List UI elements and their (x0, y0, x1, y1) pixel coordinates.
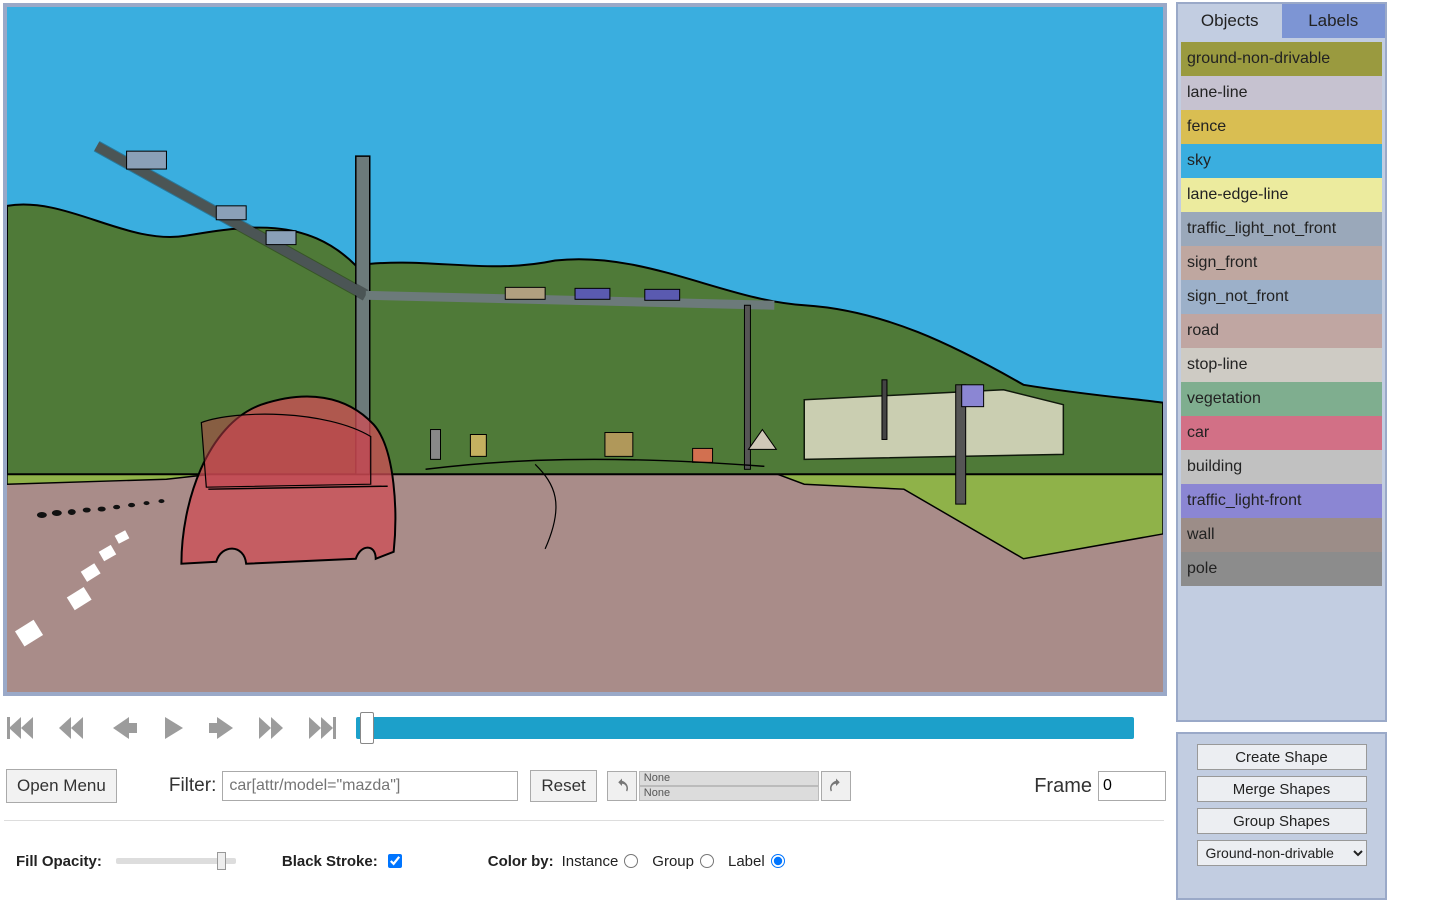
colorby-group-radio[interactable] (700, 854, 714, 868)
filter-label: Filter: (169, 775, 217, 797)
frame-label: Frame (1034, 775, 1092, 798)
label-item-wall[interactable]: wall (1181, 518, 1382, 552)
timeline (0, 705, 1170, 750)
next-frame-button[interactable] (204, 711, 244, 745)
undo-stack-bottom: None (639, 786, 819, 801)
colorby-group-label: Group (652, 853, 694, 870)
fill-opacity-label: Fill Opacity: (16, 853, 102, 870)
undo-stack-top: None (639, 771, 819, 786)
label-item-road[interactable]: road (1181, 314, 1382, 348)
merge-shapes-button[interactable]: Merge Shapes (1197, 776, 1367, 802)
open-menu-button[interactable]: Open Menu (6, 769, 117, 803)
label-item-pole[interactable]: pole (1181, 552, 1382, 586)
label-item-stop-line[interactable]: stop-line (1181, 348, 1382, 382)
group-shapes-button[interactable]: Group Shapes (1197, 808, 1367, 834)
next-keyframe-button[interactable] (254, 711, 294, 745)
black-stroke-label: Black Stroke: (282, 853, 378, 870)
label-item-sign_front[interactable]: sign_front (1181, 246, 1382, 280)
filter-input[interactable] (222, 771, 518, 801)
tab-labels[interactable]: Labels (1282, 4, 1386, 38)
side-panel: Objects Labels ground-non-drivablelane-l… (1176, 2, 1387, 722)
frame-slider-thumb[interactable] (360, 712, 374, 744)
action-panel: Create Shape Merge Shapes Group Shapes G… (1176, 732, 1387, 900)
colorby-label-label: Label (728, 853, 765, 870)
undo-button[interactable] (607, 771, 637, 801)
color-by-label: Color by: (488, 853, 554, 870)
label-item-lane-edge-line[interactable]: lane-edge-line (1181, 178, 1382, 212)
label-item-building[interactable]: building (1181, 450, 1382, 484)
label-item-sign_not_front[interactable]: sign_not_front (1181, 280, 1382, 314)
label-item-car[interactable]: car (1181, 416, 1382, 450)
last-frame-button[interactable] (304, 711, 344, 745)
reset-filter-button[interactable]: Reset (530, 770, 596, 802)
colorby-label-radio[interactable] (771, 854, 785, 868)
canvas-frame (3, 3, 1167, 696)
fill-opacity-slider[interactable] (116, 858, 236, 864)
label-item-traffic_light_not_front[interactable]: traffic_light_not_front (1181, 212, 1382, 246)
label-item-vegetation[interactable]: vegetation (1181, 382, 1382, 416)
black-stroke-checkbox[interactable] (388, 854, 402, 868)
shape-label-select[interactable]: Ground-non-drivable (1197, 840, 1367, 866)
label-item-fence[interactable]: fence (1181, 110, 1382, 144)
fill-opacity-thumb[interactable] (217, 852, 226, 870)
frame-slider[interactable] (356, 717, 1134, 739)
label-list: ground-non-drivablelane-linefenceskylane… (1178, 38, 1385, 586)
label-item-traffic_light-front[interactable]: traffic_light-front (1181, 484, 1382, 518)
prev-frame-button[interactable] (104, 711, 144, 745)
redo-button[interactable] (821, 771, 851, 801)
annotation-canvas[interactable] (7, 7, 1163, 692)
prev-keyframe-button[interactable] (54, 711, 94, 745)
label-item-sky[interactable]: sky (1181, 144, 1382, 178)
frame-number-input[interactable] (1098, 771, 1166, 801)
play-button[interactable] (154, 711, 194, 745)
label-item-ground-non-drivable[interactable]: ground-non-drivable (1181, 42, 1382, 76)
label-item-lane-line[interactable]: lane-line (1181, 76, 1382, 110)
colorby-instance-label: Instance (562, 853, 619, 870)
create-shape-button[interactable]: Create Shape (1197, 744, 1367, 770)
first-frame-button[interactable] (4, 711, 44, 745)
tab-objects[interactable]: Objects (1178, 4, 1282, 38)
colorby-instance-radio[interactable] (624, 854, 638, 868)
divider (4, 820, 1164, 821)
